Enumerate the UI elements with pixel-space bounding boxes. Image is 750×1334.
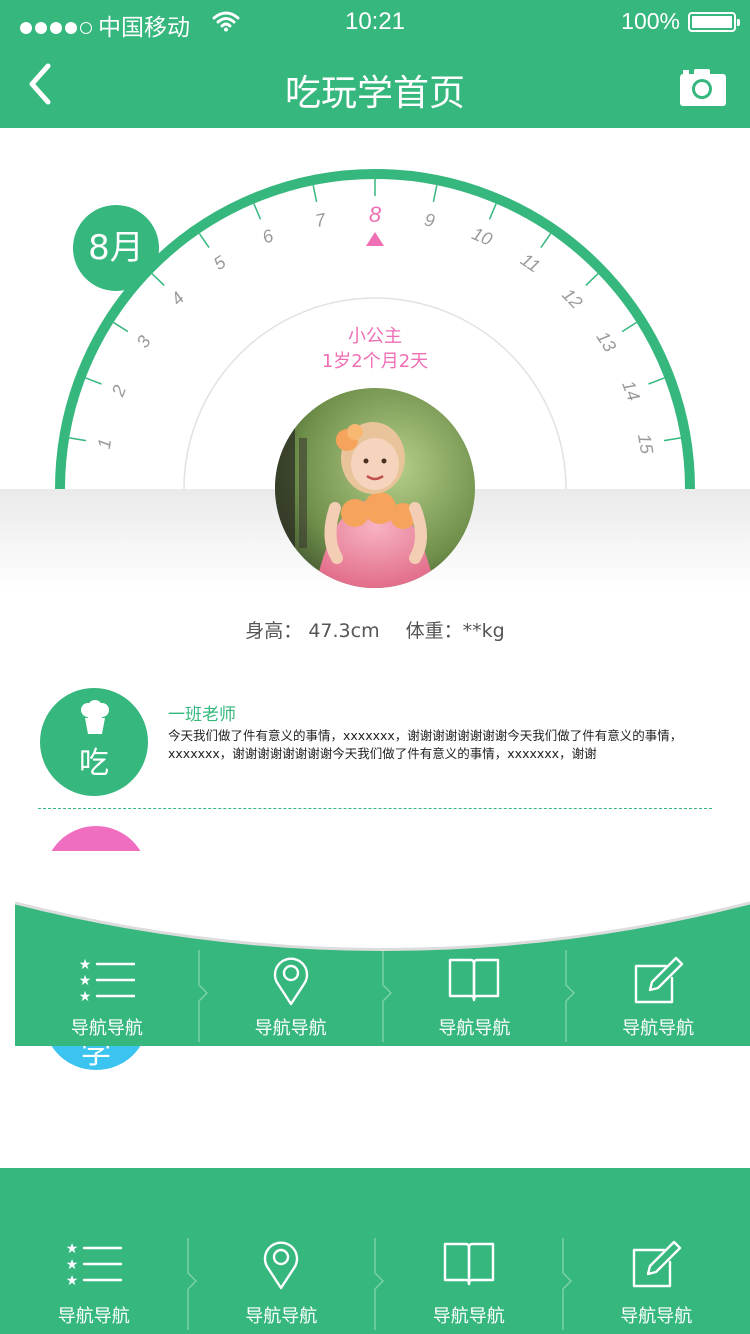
page-title: 吃玩学首页 [284, 73, 465, 114]
baby-avatar[interactable] [275, 388, 475, 588]
floating-tab-2[interactable]: 导航导航 [199, 900, 383, 1046]
dial-tick-label[interactable]: 15 [634, 432, 657, 456]
dial-tick-mark [648, 377, 665, 385]
book-icon [383, 956, 567, 1004]
battery-percent: 100% [621, 8, 680, 34]
camera-icon[interactable] [680, 68, 726, 106]
svg-text:★: ★ [66, 1257, 78, 1273]
dial-tick-mark [151, 273, 165, 287]
floating-tab-label: 导航导航 [70, 1018, 143, 1039]
book-icon [375, 1240, 563, 1288]
edit-icon [563, 1240, 750, 1290]
weight-value: 体重：**kg [405, 620, 505, 642]
dial-tick-label[interactable]: 7 [313, 209, 328, 231]
dial-tick-label[interactable]: 2 [107, 382, 130, 399]
location-pin-icon [188, 1240, 376, 1290]
dial-tick-mark [85, 377, 102, 385]
dial-tick-label[interactable]: 1 [94, 437, 115, 450]
cupcake-icon [81, 700, 109, 734]
edit-icon [566, 956, 750, 1006]
dial-tick-label[interactable]: 8 [369, 202, 382, 227]
svg-text:★: ★ [66, 1241, 78, 1257]
dial-tick-label[interactable]: 4 [167, 288, 188, 309]
status-bar: 中国移动 10:21 100% [0, 0, 750, 42]
bottom-tab-4[interactable]: 导航导航 [563, 1168, 750, 1334]
tab-separator [374, 1238, 385, 1330]
svg-text:★: ★ [79, 989, 91, 1004]
dial-tick-label[interactable]: 14 [618, 378, 644, 404]
dial-tick-label[interactable]: 12 [558, 284, 586, 312]
tab-separator [561, 1238, 572, 1330]
dial-tick-label[interactable]: 9 [423, 209, 437, 231]
bottom-tab-label: 导航导航 [432, 1306, 505, 1327]
dial-tick-mark [540, 233, 552, 248]
feed-divider [38, 808, 712, 809]
dial-tick-label[interactable]: 5 [210, 251, 230, 274]
category-label: 吃 [79, 746, 109, 781]
floating-tab-label: 导航导航 [438, 1018, 511, 1039]
tab-separator [565, 950, 576, 1042]
floating-tab-3[interactable]: 导航导航 [383, 900, 567, 1046]
baby-name: 小公主 [348, 326, 402, 347]
battery-icon [688, 12, 740, 32]
dial-tick-mark [488, 203, 497, 220]
svg-text:★: ★ [79, 973, 91, 989]
baby-age: 1岁2个月2天 [321, 351, 429, 372]
dial-tick-mark [69, 437, 87, 442]
dial-tick-mark [312, 185, 318, 203]
dial-tick-mark [663, 437, 681, 442]
tab-separator [186, 1238, 197, 1330]
feed-author[interactable]: 一班老师 [168, 700, 236, 725]
svg-text:★: ★ [66, 1273, 78, 1288]
bottom-nav-bar: ★ ★ ★ 导航导航 导航导航 导航导航 导航导航 [0, 1168, 750, 1334]
star-list-icon: ★ ★ ★ [0, 1240, 188, 1288]
location-pin-icon [199, 956, 383, 1006]
dial-tick-label[interactable]: 6 [259, 225, 277, 248]
baby-photo [275, 388, 475, 588]
floating-tab-4[interactable]: 导航导航 [566, 900, 750, 1046]
bottom-tab-1[interactable]: ★ ★ ★ 导航导航 [0, 1168, 188, 1334]
svg-text:★: ★ [79, 957, 91, 973]
bottom-tab-label: 导航导航 [57, 1306, 130, 1327]
bottom-tab-label: 导航导航 [620, 1306, 693, 1327]
star-list-icon: ★ ★ ★ [15, 956, 199, 1004]
dial-pointer-icon [366, 232, 384, 246]
month-badge[interactable]: 8月 [73, 205, 159, 291]
bottom-tab-label: 导航导航 [245, 1306, 318, 1327]
bottom-tab-2[interactable]: 导航导航 [188, 1168, 376, 1334]
height-value: 身高： 47.3cm [245, 620, 380, 642]
top-bar: 中国移动 10:21 100% 吃玩学首页 [0, 0, 750, 128]
floating-tab-label: 导航导航 [254, 1018, 327, 1039]
growth-metrics: 身高： 47.3cm 体重：**kg [0, 616, 750, 643]
dial-tick-label[interactable]: 10 [469, 223, 495, 249]
feed-text: 今天我们做了件有意义的事情，xxxxxxx，谢谢谢谢谢谢谢谢今天我们做了件有意义… [168, 728, 683, 761]
floating-tab-1[interactable]: ★ ★ ★ 导航导航 [15, 900, 199, 1046]
dial-tick-mark [585, 273, 599, 287]
bottom-tab-3[interactable]: 导航导航 [375, 1168, 563, 1334]
dial-tick-mark [198, 233, 210, 248]
dial-tick-mark [253, 203, 262, 220]
dial-tick-label[interactable]: 11 [517, 249, 544, 276]
dial-tick-mark [432, 185, 438, 203]
tab-separator [198, 950, 208, 1042]
floating-tab-label: 导航导航 [622, 1018, 695, 1039]
tab-separator [381, 950, 392, 1042]
floating-nav-bar: ★ ★ ★ 导航导航 导航导航 导航导航 导航导航 [15, 900, 750, 1046]
category-eat-icon[interactable]: 吃 [40, 688, 148, 796]
